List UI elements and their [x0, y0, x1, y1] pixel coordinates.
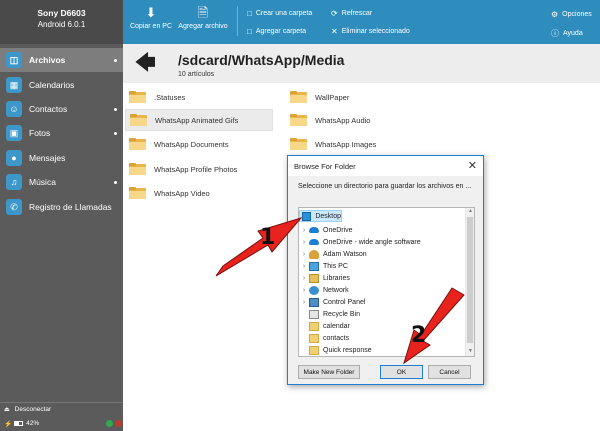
annotation-arrow-1 [215, 217, 303, 277]
annotation-layer [215, 217, 465, 365]
annotation-step-1: 1 [260, 225, 276, 250]
annotation-step-2: 2 [411, 323, 427, 348]
